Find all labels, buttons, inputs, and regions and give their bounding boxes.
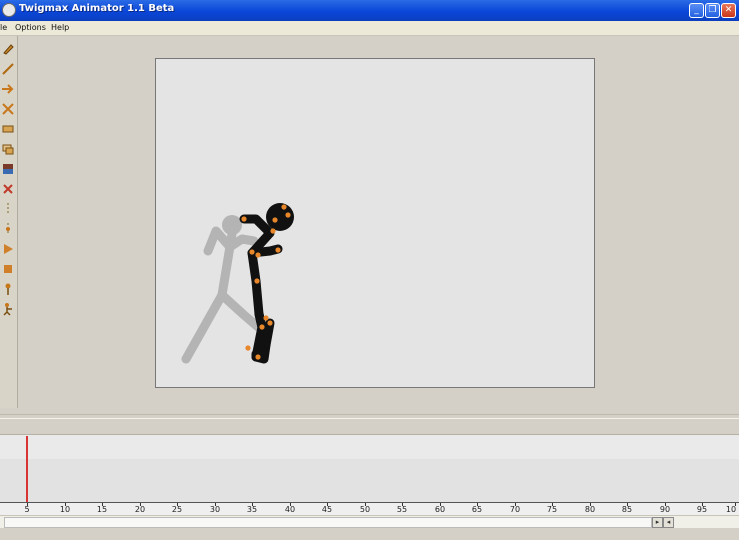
- ruler-label: 10: [725, 505, 737, 514]
- play-icon[interactable]: [1, 242, 15, 256]
- arrow-icon[interactable]: [1, 82, 15, 96]
- menu-options[interactable]: Options: [15, 23, 46, 32]
- ruler-label: 30: [209, 505, 221, 514]
- ruler-label: 80: [584, 505, 596, 514]
- ruler-label: 60: [434, 505, 446, 514]
- scrollbar-thumb[interactable]: [4, 517, 652, 528]
- app-icon: [2, 3, 16, 17]
- timeline-band: [0, 459, 739, 503]
- status-strip: [0, 528, 739, 540]
- ruler-label: 95: [696, 505, 708, 514]
- ruler-label: 45: [321, 505, 333, 514]
- frame-ruler[interactable]: 5 10 15 20 25 30 35 40 45 50 55 60 65 70…: [0, 502, 739, 516]
- timeline-track[interactable]: [0, 434, 739, 503]
- title-bar: Twigmax Animator 1.1 Beta _ ❐ ✕: [0, 0, 739, 21]
- delete-icon[interactable]: [1, 182, 15, 196]
- splitter[interactable]: [0, 414, 739, 415]
- ruler-label: 35: [246, 505, 258, 514]
- scale-icon[interactable]: [1, 102, 15, 116]
- figure-head[interactable]: [266, 203, 294, 231]
- ruler-label: 50: [359, 505, 371, 514]
- scroll-left-button[interactable]: ◂: [663, 517, 674, 528]
- menu-help[interactable]: Help: [51, 23, 69, 32]
- maximize-button[interactable]: ❐: [705, 3, 720, 18]
- splitter-highlight: [0, 418, 739, 419]
- insert-frame-icon[interactable]: [1, 222, 15, 236]
- pencil-icon[interactable]: [1, 42, 15, 56]
- copy-icon[interactable]: [1, 142, 15, 156]
- frame-divider-icon[interactable]: [1, 202, 15, 216]
- tool-palette: [0, 36, 18, 408]
- playhead-marker[interactable]: [26, 436, 28, 508]
- color-icon[interactable]: [1, 162, 15, 176]
- minimize-button[interactable]: _: [689, 3, 704, 18]
- ruler-label: 20: [134, 505, 146, 514]
- stop-icon[interactable]: [1, 262, 15, 276]
- line-icon[interactable]: [1, 62, 15, 76]
- ruler-label: 10: [59, 505, 71, 514]
- timeline-scrollbar[interactable]: ▸ ◂: [0, 515, 739, 529]
- stage-drawing: [181, 203, 294, 364]
- ruler-label: 90: [659, 505, 671, 514]
- ruler-label: 55: [396, 505, 408, 514]
- scroll-right-button[interactable]: ▸: [652, 517, 663, 528]
- ruler-label: 85: [621, 505, 633, 514]
- ruler-label: 40: [284, 505, 296, 514]
- stage-canvas[interactable]: [155, 58, 595, 388]
- menu-file[interactable]: le: [0, 23, 7, 32]
- onion-skin-figure: [181, 215, 263, 364]
- ruler-label: 15: [96, 505, 108, 514]
- ruler-label: 65: [471, 505, 483, 514]
- add-figure-icon[interactable]: [1, 302, 15, 316]
- window-title: Twigmax Animator 1.1 Beta: [19, 3, 175, 14]
- pin-icon[interactable]: [1, 282, 15, 296]
- layer-icon[interactable]: [1, 122, 15, 136]
- menu-bar: le Options Help: [0, 21, 739, 36]
- ruler-label: 5: [24, 505, 30, 514]
- close-button[interactable]: ✕: [721, 3, 736, 18]
- ruler-label: 75: [546, 505, 558, 514]
- ruler-label: 25: [171, 505, 183, 514]
- ruler-label: 70: [509, 505, 521, 514]
